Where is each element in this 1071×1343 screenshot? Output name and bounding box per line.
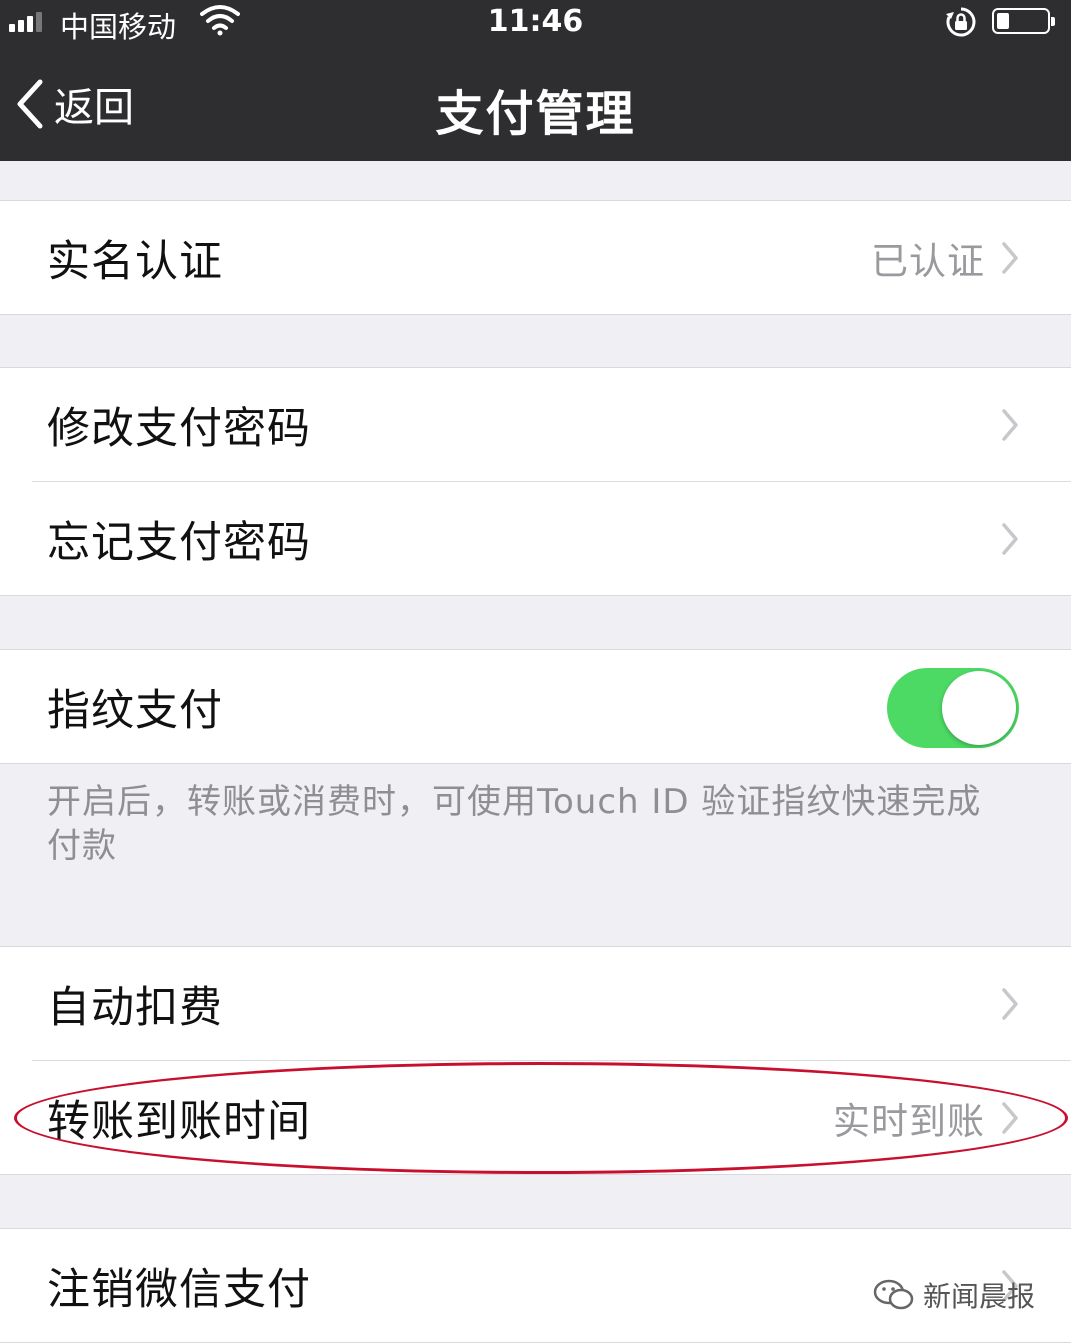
change-password-row[interactable]: 修改支付密码 — [0, 368, 1071, 481]
identity-verification-label: 实名认证 — [47, 236, 223, 287]
cancel-wechat-pay-label: 注销微信支付 — [47, 1264, 311, 1315]
identity-verification-row[interactable]: 实名认证 已认证 — [0, 201, 1071, 314]
chevron-right-icon — [1002, 408, 1018, 441]
transfer-group: 自动扣费 转账到账时间 实时到账 — [0, 946, 1071, 1175]
transfer-time-label: 转账到账时间 — [47, 1096, 311, 1147]
wechat-icon — [873, 1279, 914, 1310]
transfer-time-row[interactable]: 转账到账时间 实时到账 — [32, 1060, 1071, 1174]
chevron-right-icon — [1002, 987, 1018, 1020]
fingerprint-payment-row: 指纹支付 — [0, 650, 1071, 763]
identity-group: 实名认证 已认证 — [0, 200, 1071, 315]
page-title: 支付管理 — [435, 86, 636, 142]
toggle-knob — [942, 671, 1016, 745]
auto-deduct-row[interactable]: 自动扣费 — [0, 947, 1071, 1060]
clock: 11:46 — [487, 4, 584, 39]
change-password-label: 修改支付密码 — [47, 403, 311, 454]
forgot-password-label: 忘记支付密码 — [47, 517, 311, 568]
forgot-password-row[interactable]: 忘记支付密码 — [32, 481, 1071, 595]
auto-deduct-label: 自动扣费 — [47, 982, 223, 1033]
fingerprint-payment-label: 指纹支付 — [47, 685, 223, 736]
fingerprint-group: 指纹支付 — [0, 649, 1071, 764]
chevron-right-icon — [1002, 1101, 1018, 1134]
fingerprint-payment-toggle[interactable] — [887, 668, 1019, 748]
chevron-right-icon — [1002, 241, 1018, 274]
password-group: 修改支付密码 忘记支付密码 — [0, 367, 1071, 596]
watermark-text: 新闻晨报 — [922, 1280, 1035, 1313]
identity-verification-status: 已认证 — [871, 239, 985, 283]
battery-icon — [992, 8, 1055, 34]
chevron-right-icon — [1002, 522, 1018, 555]
watermark: 新闻晨报 — [873, 1275, 1035, 1315]
status-bar: 中国移动 11:46 — [0, 0, 1071, 44]
fingerprint-footnote: 开启后，转账或消费时，可使用Touch ID 验证指纹快速完成付款 — [47, 782, 982, 866]
rotation-lock-icon — [946, 7, 976, 37]
transfer-time-value: 实时到账 — [833, 1099, 985, 1143]
navigation-bar: 返回 支付管理 — [0, 44, 1071, 161]
